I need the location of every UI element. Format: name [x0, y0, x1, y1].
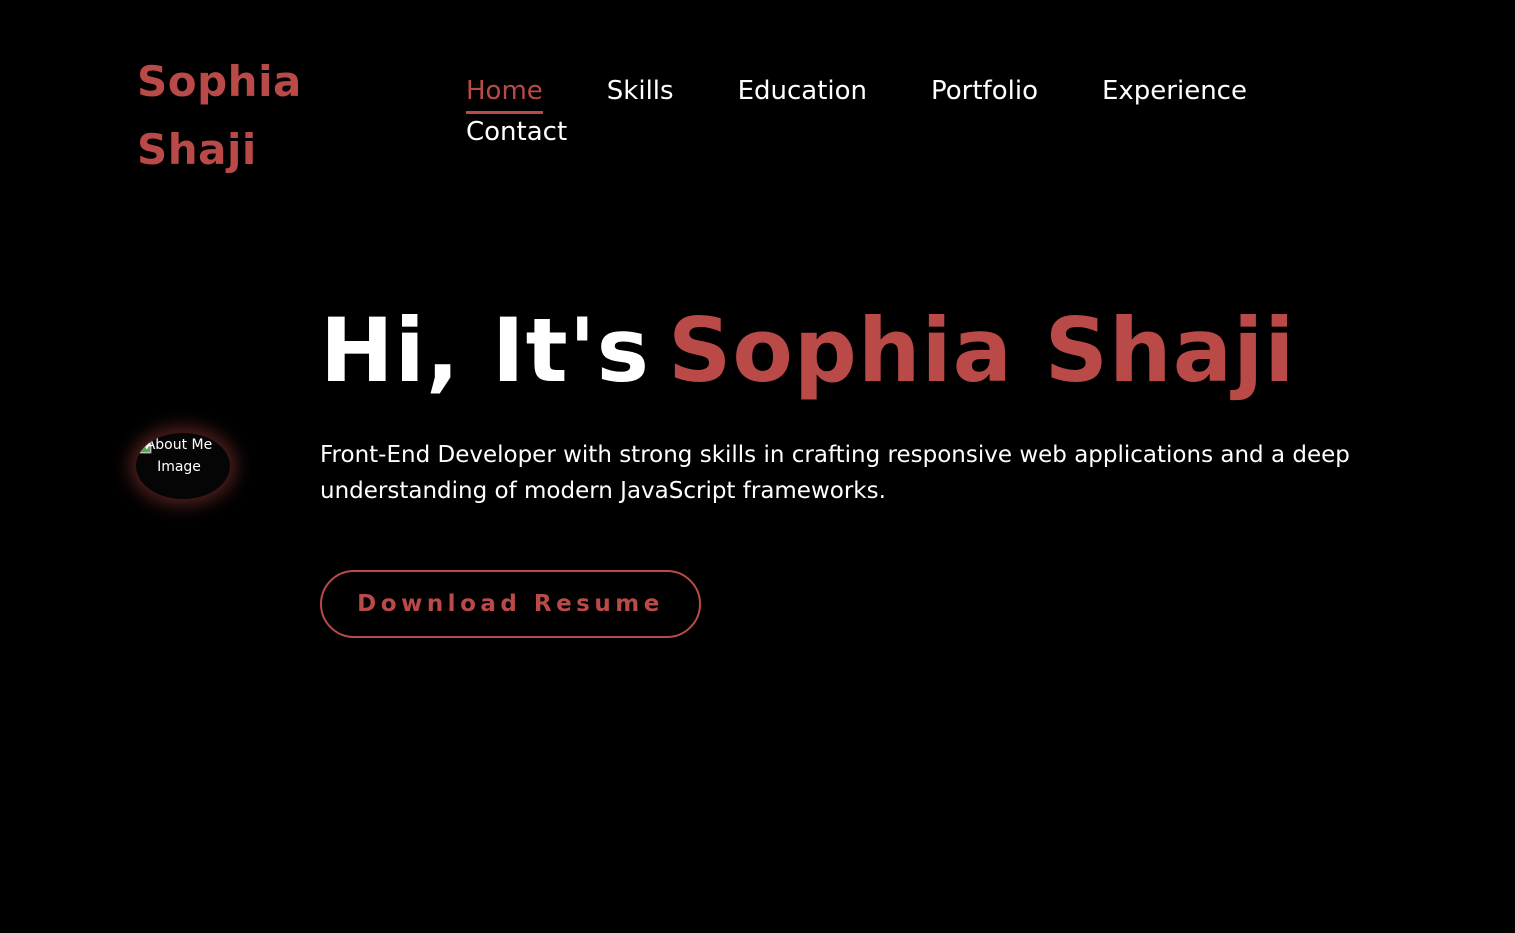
nav-education-link[interactable]: Education: [738, 72, 867, 114]
logo-first-name: Sophia: [137, 57, 302, 106]
download-resume-button[interactable]: Download Resume: [320, 570, 701, 638]
nav-portfolio-link[interactable]: Portfolio: [931, 72, 1038, 114]
logo-last-name: Shaji: [137, 125, 257, 174]
main-navigation: Home Skills Education Portfolio Experien…: [466, 72, 1326, 154]
hero-greeting: Hi, It's: [320, 299, 651, 402]
nav-row-2: Contact: [466, 113, 1326, 154]
about-me-image: About Me Image: [136, 433, 230, 499]
image-alt-text: About Me Image: [145, 437, 213, 475]
hero-description: Front-End Developer with strong skills i…: [320, 442, 1350, 504]
nav-skills-link[interactable]: Skills: [607, 72, 674, 114]
nav-home-link[interactable]: Home: [466, 72, 543, 114]
site-logo[interactable]: Sophia Shaji: [137, 48, 337, 184]
hero-heading: Hi, It's Sophia Shaji: [320, 296, 1295, 406]
nav-contact-link[interactable]: Contact: [466, 113, 567, 155]
hero-name: Sophia Shaji: [668, 299, 1296, 402]
nav-row-1: Home Skills Education Portfolio Experien…: [466, 72, 1326, 114]
nav-experience-link[interactable]: Experience: [1102, 72, 1247, 114]
page: Sophia Shaji Home Skills Education Portf…: [0, 0, 1515, 933]
